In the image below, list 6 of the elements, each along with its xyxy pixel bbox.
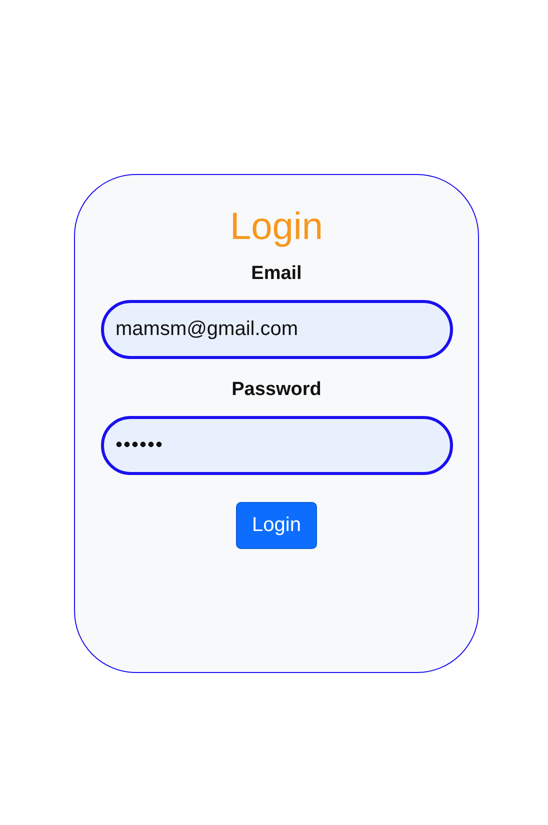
field-label: Email: [251, 262, 302, 286]
input-field[interactable]: mamsm@gmail.com: [100, 300, 452, 359]
login-title: Login: [230, 205, 323, 250]
input-field[interactable]: ••••••: [100, 416, 452, 475]
field-label: Password: [232, 378, 322, 402]
login-button[interactable]: Login: [236, 502, 317, 549]
